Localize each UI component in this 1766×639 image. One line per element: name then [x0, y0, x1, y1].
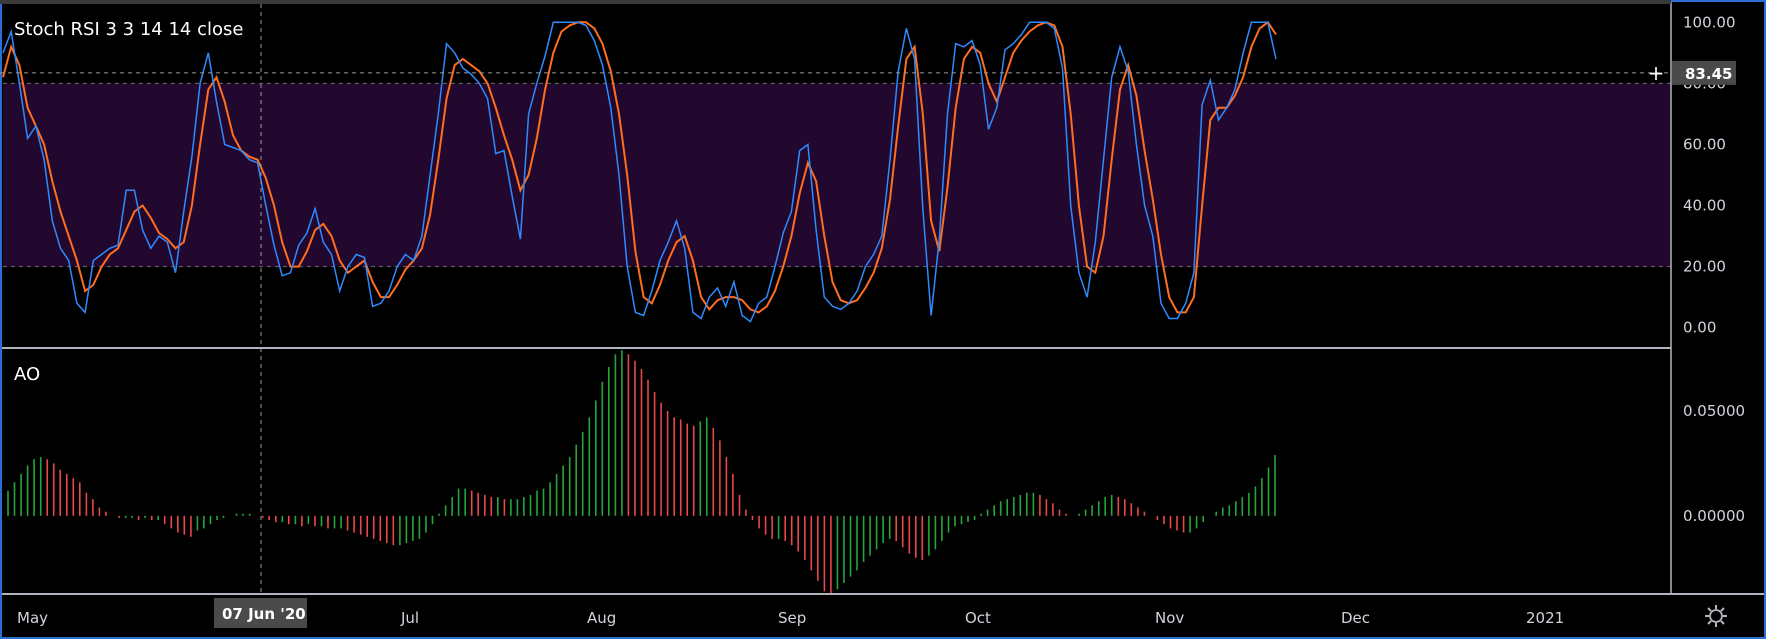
crosshair-plus-icon[interactable]: + — [1648, 61, 1665, 85]
x-tick-label: Nov — [1155, 609, 1184, 627]
x-tick-label: Aug — [587, 609, 616, 627]
x-tick-label: Jul — [400, 609, 419, 627]
x-tick-label: Dec — [1341, 609, 1370, 627]
ao-title: AO — [14, 364, 40, 385]
x-tick-label: Oct — [965, 609, 991, 627]
chart-canvas: Stoch RSI 3 3 14 14 close 100.0080.0060.… — [0, 0, 1766, 639]
x-tick-label: 2021 — [1526, 609, 1564, 627]
x-tick-label: Sep — [778, 609, 806, 627]
top-border — [0, 0, 1671, 4]
x-tick-label: May — [17, 609, 48, 627]
y-tick-label: 20.00 — [1683, 258, 1726, 276]
price-label: 83.45 — [1685, 65, 1732, 83]
overbought-oversold-band — [3, 83, 1671, 267]
y-tick-label: 60.00 — [1683, 135, 1726, 153]
y-tick-label: 100.00 — [1683, 13, 1736, 31]
y-tick-label: 0.00 — [1683, 319, 1716, 337]
y-tick-label: 0.05000 — [1683, 402, 1745, 420]
y-tick-label: 0.00000 — [1683, 507, 1745, 525]
crosshair-date-label: 07 Jun '20 — [222, 605, 306, 623]
stoch-rsi-title: Stoch RSI 3 3 14 14 close — [14, 19, 243, 40]
y-tick-label: 40.00 — [1683, 197, 1726, 215]
